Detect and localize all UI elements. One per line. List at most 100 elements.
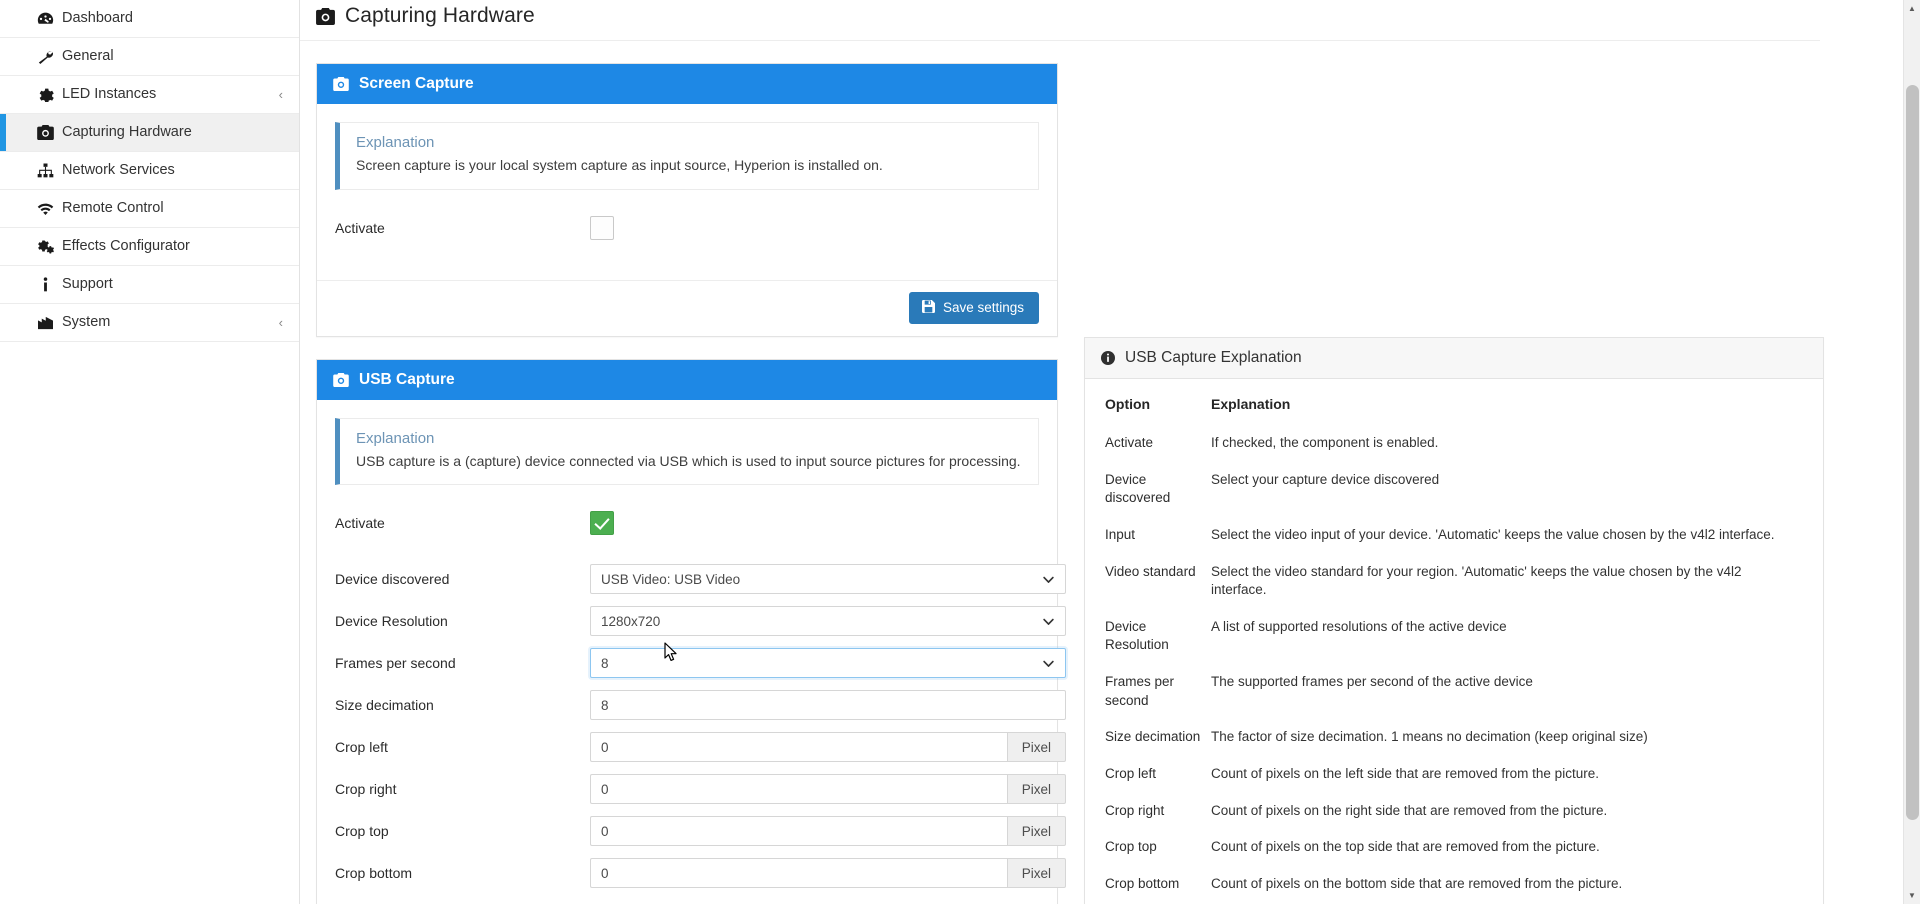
floppy-disk-icon: [922, 300, 935, 316]
table-cell-option: Crop left: [1103, 756, 1211, 793]
crop-right-unit-addon: Pixel: [1007, 774, 1066, 804]
table-cell-explanation: Select the video standard for your regio…: [1211, 554, 1805, 609]
chevron-left-icon[interactable]: ‹: [279, 88, 283, 101]
right-column: USB Capture Explanation Option Explanati…: [1084, 63, 1824, 904]
table-cell-explanation: A list of supported resolutions of the a…: [1211, 609, 1805, 664]
scrollbar-thumb[interactable]: [1906, 85, 1919, 820]
screen-capture-footer: Save settings: [317, 280, 1057, 336]
screen-capture-save-button[interactable]: Save settings: [909, 292, 1039, 324]
chevron-left-icon[interactable]: ‹: [279, 316, 283, 329]
usb-capture-body: Explanation USB capture is a (capture) d…: [317, 400, 1057, 904]
sidebar-item-dashboard[interactable]: Dashboard: [0, 0, 299, 38]
chevron-down-icon: [1043, 614, 1054, 629]
explanation-text: Screen capture is your local system capt…: [356, 156, 1022, 176]
usb-capture-activate-row: Activate: [335, 503, 1039, 543]
sidebar-item-network-services[interactable]: Network Services: [0, 152, 299, 190]
device-resolution-select-value: 1280x720: [601, 614, 660, 629]
app-root: Dashboard General LED Instances ‹ Capturing …: [0, 0, 1920, 904]
screen-capture-activate-checkbox[interactable]: [590, 216, 614, 240]
field-row-crop-right: Crop right0Pixel: [335, 769, 1039, 809]
crop-top-input-value: 0: [601, 824, 609, 839]
crop-left-input-group: 0Pixel: [590, 732, 1066, 762]
sidebar-item-label: System: [62, 315, 110, 330]
table-header-row: Option Explanation: [1103, 387, 1805, 425]
screen-capture-explanation-box: Explanation Screen capture is your local…: [335, 122, 1039, 190]
page-title: Capturing Hardware: [345, 4, 535, 28]
usb-capture-fields: Device discoveredUSB Video: USB VideoDev…: [335, 559, 1039, 893]
sidebar-item-capturing-hardware[interactable]: Capturing Hardware: [0, 114, 299, 152]
sidebar-item-support[interactable]: Support: [0, 266, 299, 304]
field-row-crop-bottom: Crop bottom0Pixel: [335, 853, 1039, 893]
crop-right-control: 0 Pixel: [590, 774, 1066, 804]
sidebar-item-label: LED Instances: [62, 87, 156, 102]
page-scrollbar[interactable]: ▲ ▼: [1903, 0, 1920, 904]
table-row: ActivateIf checked, the component is ena…: [1103, 425, 1805, 462]
size-decimation-input[interactable]: 8: [590, 690, 1066, 720]
crop-top-input-group: 0 Pixel: [590, 816, 1066, 846]
sitemap-icon: [36, 163, 54, 178]
table-cell-explanation: Count of pixels on the bottom side that …: [1211, 866, 1805, 903]
sidebar-item-label: Capturing Hardware: [62, 125, 192, 140]
main-content: Capturing Hardware Screen Capture Explan…: [300, 0, 1920, 904]
info-icon: [36, 277, 54, 292]
table-cell-explanation: Count of pixels on the top side that are…: [1211, 829, 1805, 866]
sidebar-item-general[interactable]: General: [0, 38, 299, 76]
crop-right-label: Crop right: [335, 781, 590, 797]
sidebar-item-label: General: [62, 49, 114, 64]
crop-right-input[interactable]: 0: [590, 774, 1007, 804]
table-cell-option: Video standard: [1103, 554, 1211, 609]
crop-right-input-value: 0: [601, 782, 609, 797]
size-decimation-input-value: 8: [601, 698, 609, 713]
size-decimation-control: 8: [590, 690, 1066, 720]
table-row: Crop leftCount of pixels on the left sid…: [1103, 756, 1805, 793]
field-row-frames-per-second: Frames per second8: [335, 643, 1039, 683]
camera-icon: [333, 373, 349, 387]
table-row: Device ResolutionA list of supported res…: [1103, 609, 1805, 664]
device-resolution-select[interactable]: 1280x720: [590, 606, 1066, 636]
crop-top-control: 0 Pixel: [590, 816, 1066, 846]
crop-top-input[interactable]: 0: [590, 816, 1007, 846]
usb-explanation-panel-title: USB Capture Explanation: [1125, 349, 1302, 367]
screen-capture-panel-header: Screen Capture: [317, 64, 1057, 104]
table-cell-option: Size decimation: [1103, 719, 1211, 756]
left-column: Screen Capture Explanation Screen captur…: [316, 63, 1058, 904]
table-row: Device discoveredSelect your capture dev…: [1103, 462, 1805, 517]
sidebar-item-led-instances[interactable]: LED Instances ‹: [0, 76, 299, 114]
crop-bottom-control: 0Pixel: [590, 858, 1066, 888]
table-cell-option: Activate: [1103, 425, 1211, 462]
explanation-heading: Explanation: [356, 134, 1022, 151]
sidebar-item-system[interactable]: System ‹: [0, 304, 299, 342]
crop-left-input[interactable]: 0: [590, 732, 1007, 762]
table-cell-option: Device Resolution: [1103, 609, 1211, 664]
usb-explanation-panel-header: USB Capture Explanation: [1085, 338, 1823, 379]
table-cell-explanation: If checked, the component is enabled.: [1211, 425, 1805, 462]
table-cell-explanation: Select your capture device discovered: [1211, 462, 1805, 517]
crop-top-unit-addon: Pixel: [1007, 816, 1066, 846]
table-row: Frames per secondThe supported frames pe…: [1103, 664, 1805, 719]
sidebar-item-effects-configurator[interactable]: Effects Configurator: [0, 228, 299, 266]
crop-left-control: 0Pixel: [590, 732, 1066, 762]
device-discovered-select-value: USB Video: USB Video: [601, 572, 740, 587]
frames-per-second-select[interactable]: 8: [590, 648, 1066, 678]
chevron-down-icon: [1043, 656, 1054, 671]
table-cell-explanation: The supported frames per second of the a…: [1211, 664, 1805, 719]
frames-per-second-label: Frames per second: [335, 655, 590, 671]
usb-capture-activate-checkbox[interactable]: [590, 511, 614, 535]
table-row: Crop rightCount of pixels on the right s…: [1103, 793, 1805, 830]
gear-icon: [36, 87, 54, 102]
scroll-down-arrow[interactable]: ▼: [1904, 887, 1920, 904]
usb-capture-panel: USB Capture Explanation USB capture is a…: [316, 359, 1058, 904]
crop-right-input-group: 0 Pixel: [590, 774, 1066, 804]
crop-bottom-input[interactable]: 0: [590, 858, 1007, 888]
crop-bottom-label: Crop bottom: [335, 865, 590, 881]
size-decimation-label: Size decimation: [335, 697, 590, 713]
device-resolution-label: Device Resolution: [335, 613, 590, 629]
usb-capture-panel-title: USB Capture: [359, 371, 455, 389]
device-discovered-select[interactable]: USB Video: USB Video: [590, 564, 1066, 594]
table-cell-option: Input: [1103, 517, 1211, 554]
frames-per-second-control: 8: [590, 648, 1066, 678]
sidebar-item-remote-control[interactable]: Remote Control: [0, 190, 299, 228]
column-header-explanation: Explanation: [1211, 387, 1805, 425]
scroll-up-arrow[interactable]: ▲: [1904, 0, 1920, 17]
table-row: InputSelect the video input of your devi…: [1103, 517, 1805, 554]
